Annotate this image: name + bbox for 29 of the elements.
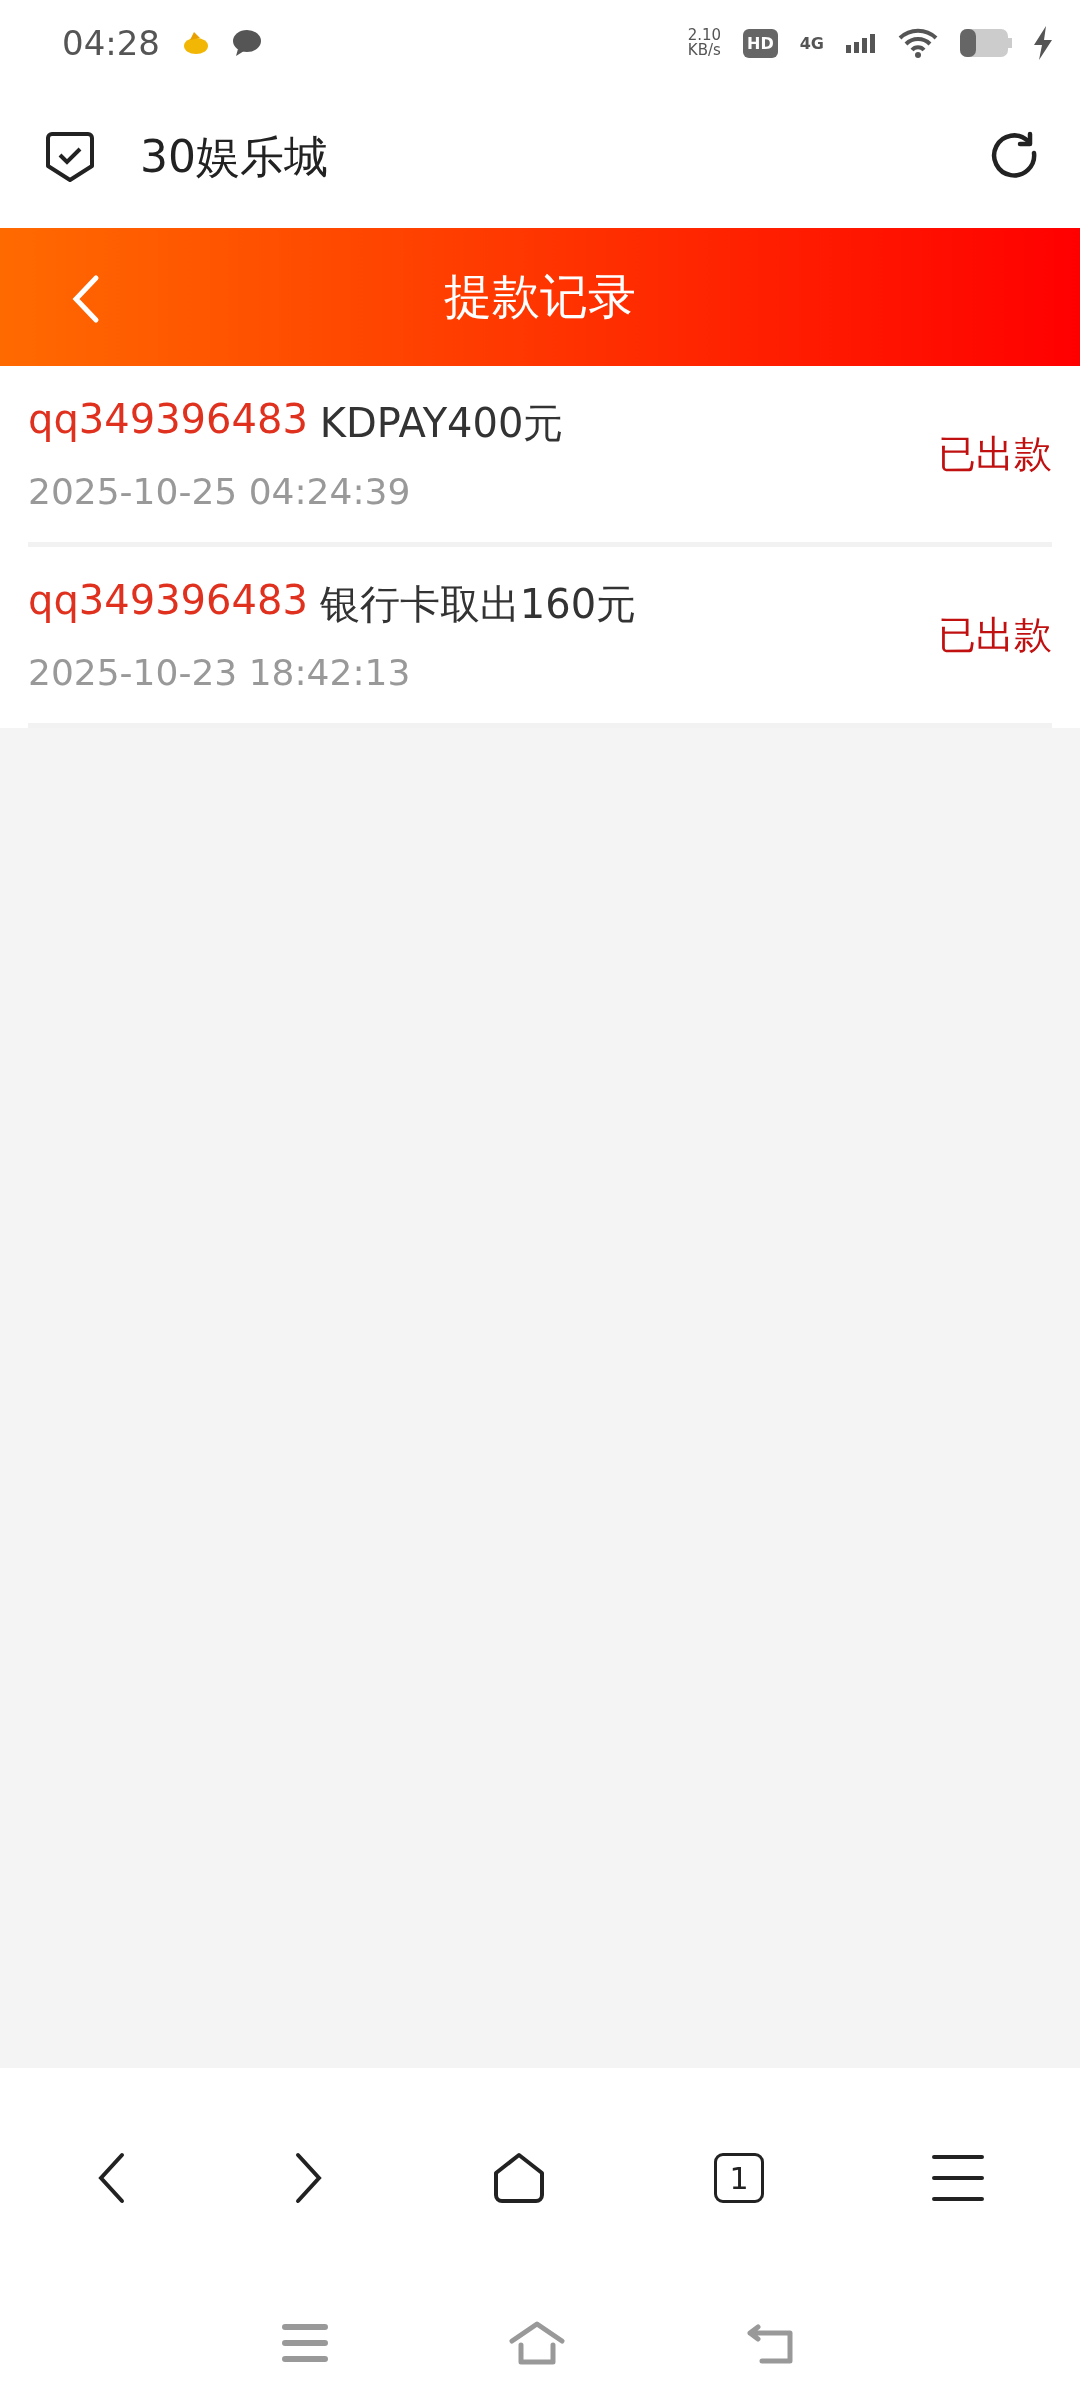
menu-button[interactable] xyxy=(932,2154,984,2202)
speed-unit: KB/s xyxy=(687,43,721,58)
shield-check-icon[interactable] xyxy=(44,130,96,184)
record-time: 2025-10-23 18:42:13 xyxy=(28,652,412,693)
withdrawal-status: 已出款 xyxy=(938,430,1052,478)
notification-icon xyxy=(182,30,210,56)
battery-icon xyxy=(960,29,1012,57)
status-time: 04:28 xyxy=(62,23,160,63)
menu-icon[interactable] xyxy=(282,2323,328,2363)
withdrawal-description: 银行卡取出160元 xyxy=(319,580,637,629)
hd-badge: HD xyxy=(743,28,778,58)
site-title: 30娱乐城 xyxy=(140,129,329,184)
page-title: 提款记录 xyxy=(444,267,636,326)
network-type: 4G xyxy=(799,33,824,53)
back-nav-button[interactable] xyxy=(96,2152,126,2204)
home-button[interactable] xyxy=(492,2151,546,2205)
network-speed: 2.10 xyxy=(687,28,722,43)
withdrawal-description: KDPAY400元 xyxy=(319,399,564,448)
signal-icon xyxy=(846,33,876,53)
account-name: qq349396483 xyxy=(28,577,308,625)
tabs-button[interactable]: 1 xyxy=(714,2153,764,2203)
forward-nav-button[interactable] xyxy=(294,2152,324,2204)
withdrawal-status: 已出款 xyxy=(938,611,1052,659)
chat-icon xyxy=(232,29,262,57)
wifi-icon xyxy=(898,28,938,58)
record-time: 2025-10-25 04:24:39 xyxy=(28,471,412,512)
account-name: qq349396483 xyxy=(28,396,308,444)
charging-icon xyxy=(1034,26,1052,60)
home-icon[interactable] xyxy=(508,2321,566,2365)
